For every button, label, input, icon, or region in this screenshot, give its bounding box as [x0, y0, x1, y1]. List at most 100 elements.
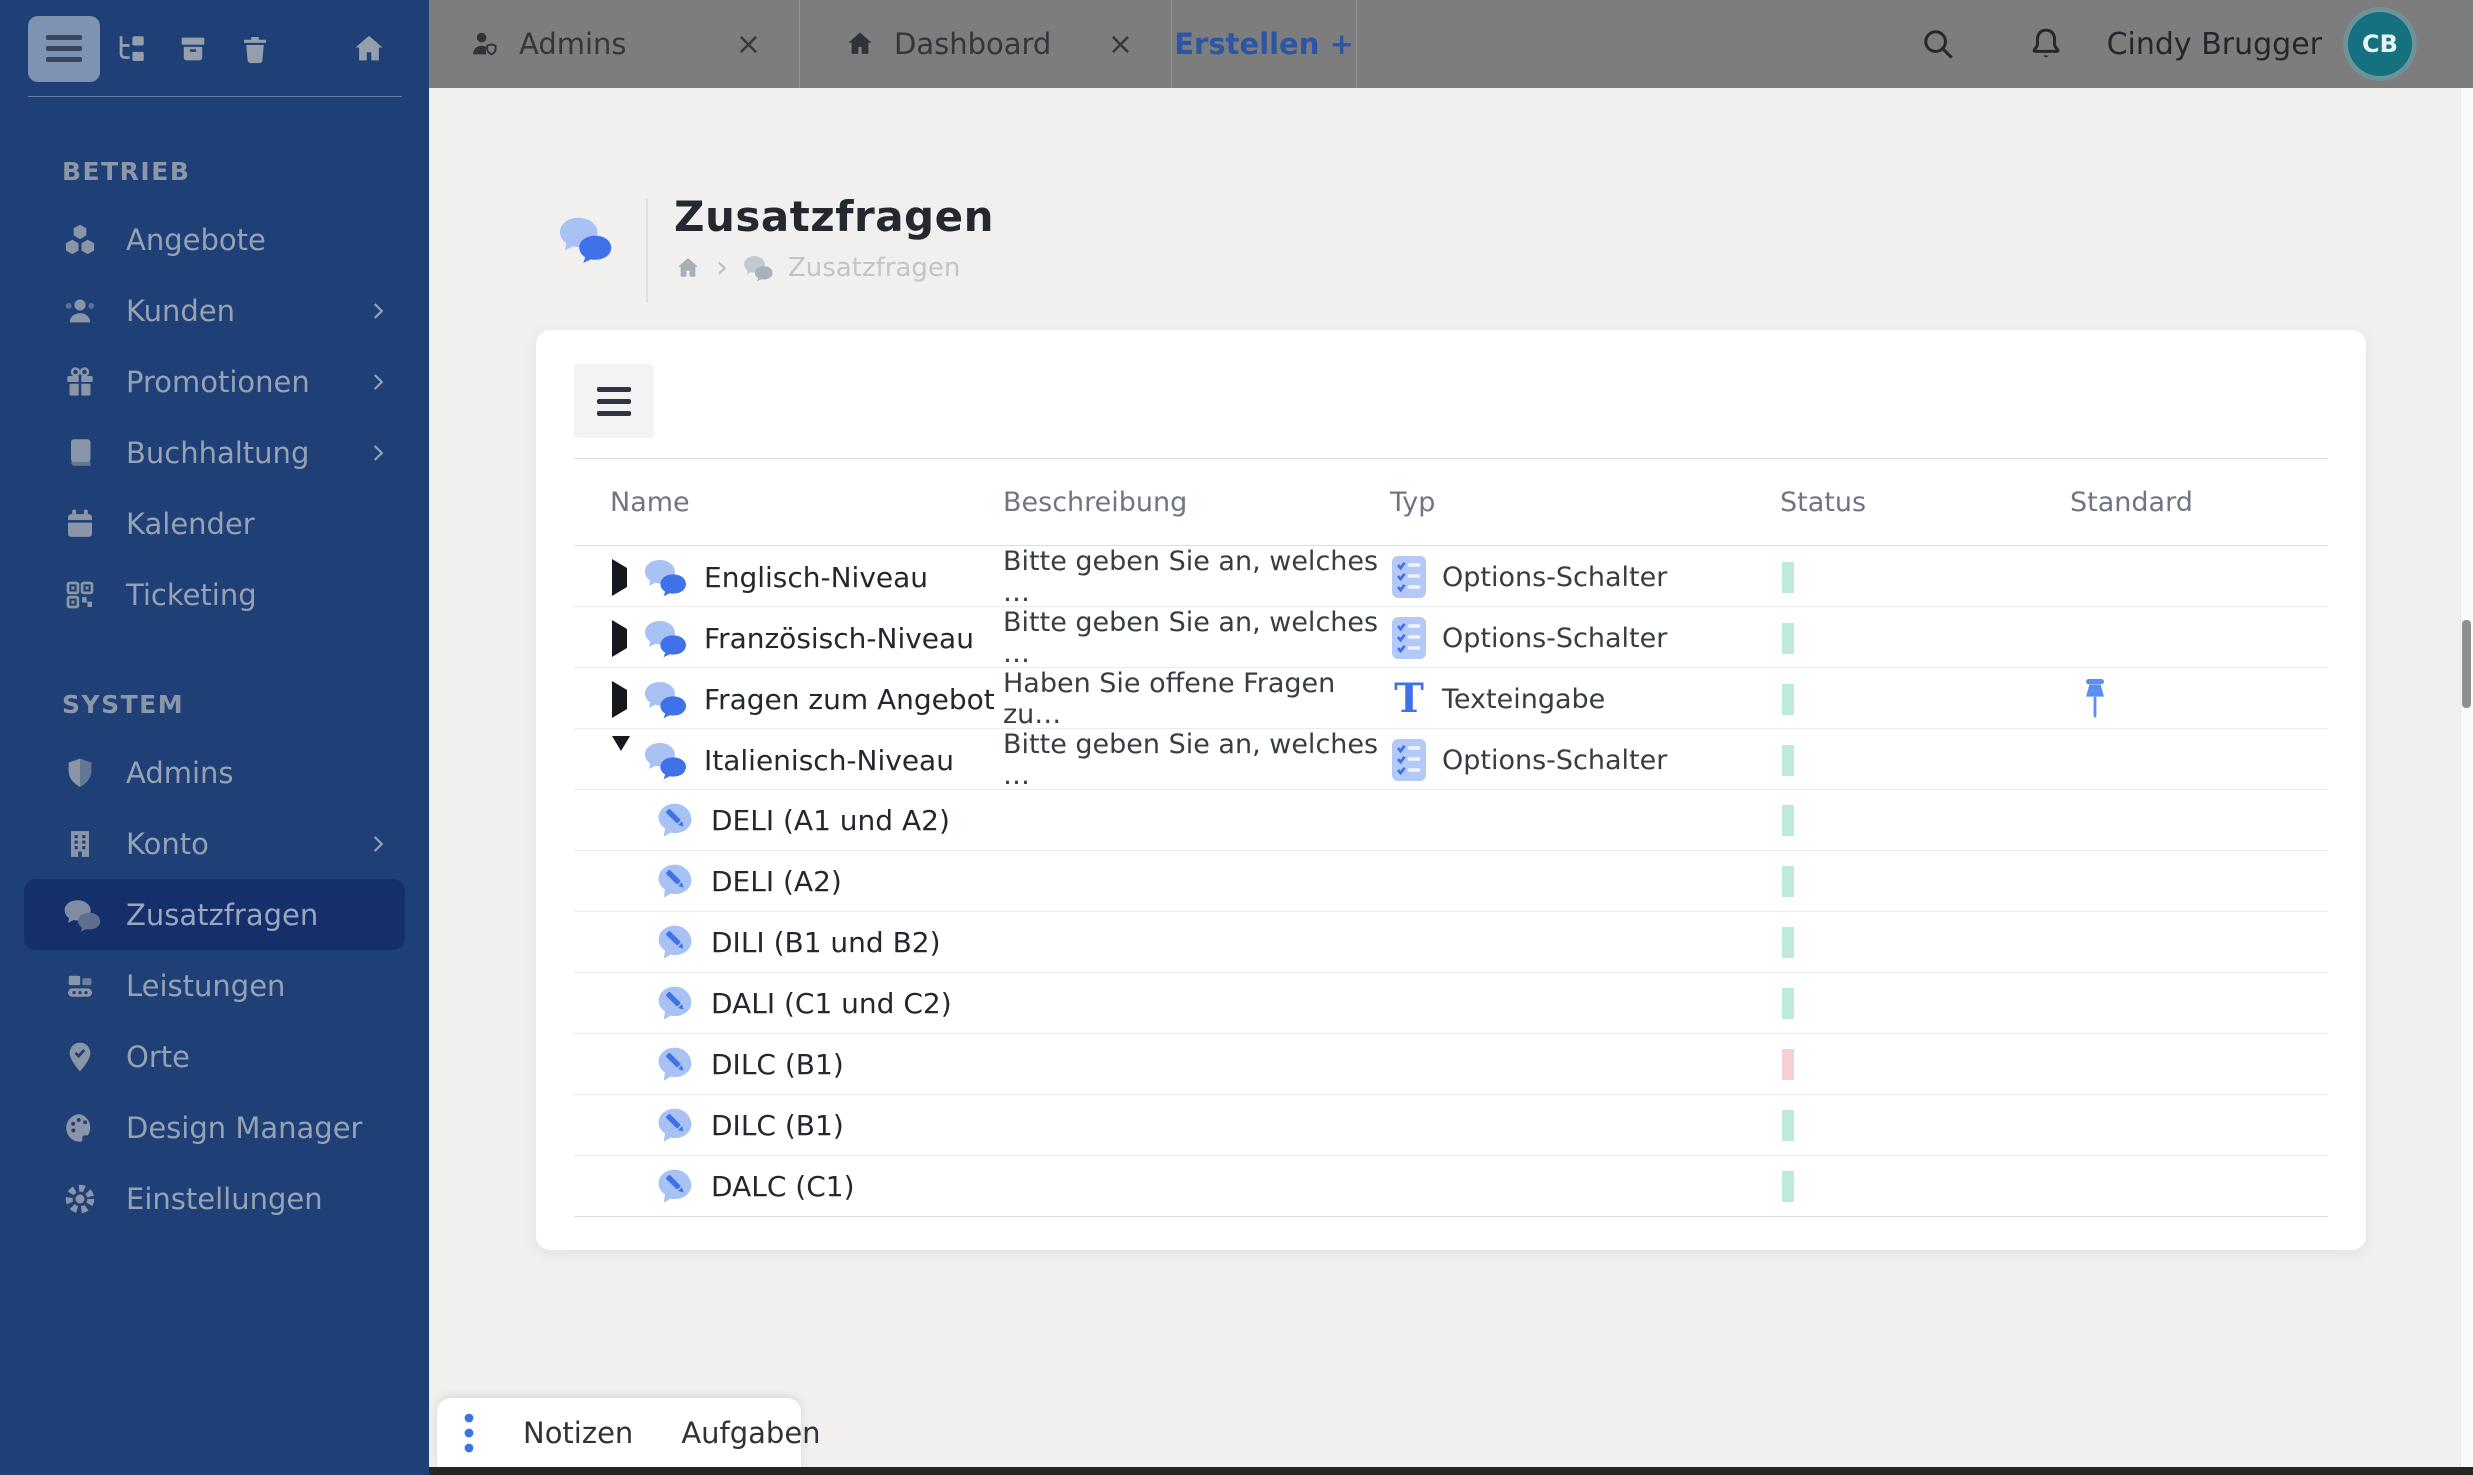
shield-icon	[62, 755, 98, 791]
tab-label: Erstellen +	[1174, 27, 1354, 61]
pencil-bubble-icon	[655, 1105, 695, 1145]
row-type: Options-Schalter	[1442, 744, 1668, 776]
table-row[interactable]: DELI (A2)	[574, 851, 2328, 912]
avatar[interactable]: CB	[2348, 12, 2412, 76]
row-name: DILC (B1)	[711, 1108, 844, 1142]
row-type: Texteingabe	[1442, 683, 1606, 715]
aufgaben-button[interactable]: Aufgaben	[681, 1416, 820, 1450]
column-header-name: Name	[610, 486, 690, 518]
row-name: Französisch-Niveau	[704, 621, 974, 655]
breadcrumb-current: Zusatzfragen	[788, 253, 961, 283]
close-icon[interactable]: ×	[1108, 27, 1133, 62]
sidebar-item-angebote[interactable]: Angebote	[24, 204, 405, 275]
table-row[interactable]: DILC (B1)	[574, 1034, 2328, 1095]
close-icon[interactable]: ×	[736, 27, 761, 62]
caret-right-icon[interactable]	[612, 619, 632, 657]
caret-right-icon[interactable]	[612, 680, 632, 718]
chevron-right-icon	[365, 831, 391, 857]
sidebar-item-label: Kunden	[126, 293, 235, 328]
sidebar-section-betrieb: BETRIEB Angebote Kunden Promotionen Buch…	[0, 157, 429, 630]
notizen-button[interactable]: Notizen	[523, 1416, 633, 1450]
user-name: Cindy Brugger	[2106, 26, 2322, 62]
sidebar-item-einstellungen[interactable]: Einstellungen	[24, 1163, 405, 1234]
bell-icon[interactable]	[2027, 25, 2065, 63]
row-description: Bitte geben Sie an, welches …	[1003, 607, 1379, 669]
chat-bubbles-icon	[642, 679, 688, 719]
row-name: DILI (B1 und B2)	[711, 925, 941, 959]
table-row[interactable]: DELI (A1 und A2)	[574, 790, 2328, 851]
options-list-icon	[1390, 615, 1428, 661]
vertical-dots-icon[interactable]	[463, 1410, 475, 1456]
tab-erstellen[interactable]: Erstellen +	[1172, 0, 1357, 88]
sidebar-toolbar	[0, 0, 429, 97]
caret-down-icon[interactable]	[612, 735, 632, 770]
sidebar-item-ticketing[interactable]: Ticketing	[24, 559, 405, 630]
window-bottom-edge	[429, 1467, 2473, 1475]
row-description: Bitte geben Sie an, welches …	[1003, 546, 1379, 608]
tab-label: Admins	[519, 27, 627, 61]
sidebar-item-design-manager[interactable]: Design Manager	[24, 1092, 405, 1163]
table-row[interactable]: Englisch-Niveau Bitte geben Sie an, welc…	[574, 546, 2328, 608]
row-name: Fragen zum Angebot	[704, 682, 995, 716]
sidebar-item-admins[interactable]: Admins	[24, 737, 405, 808]
table-row[interactable]: Fragen zum Angebot Haben Sie offene Frag…	[574, 668, 2328, 730]
scrollbar-thumb[interactable]	[2462, 620, 2471, 708]
table-row[interactable]: DILI (B1 und B2)	[574, 912, 2328, 973]
sidebar-item-zusatzfragen[interactable]: Zusatzfragen	[24, 879, 405, 950]
sidebar-item-orte[interactable]: Orte	[24, 1021, 405, 1092]
sidebar-item-kunden[interactable]: Kunden	[24, 275, 405, 346]
text-input-icon: T	[1394, 675, 1424, 722]
book-icon	[62, 435, 98, 471]
tab-admins[interactable]: Admins ×	[429, 0, 800, 88]
chat-bubbles-icon	[556, 214, 614, 302]
table-row[interactable]: DALC (C1)	[574, 1156, 2328, 1217]
archive-icon[interactable]	[162, 32, 224, 66]
sidebar-item-label: Buchhaltung	[126, 435, 310, 470]
chat-bubbles-icon	[642, 618, 688, 658]
sidebar-item-label: Kalender	[126, 506, 255, 541]
column-header-standard: Standard	[2070, 486, 2193, 518]
chat-bubbles-icon	[642, 557, 688, 597]
pencil-bubble-icon	[655, 983, 695, 1023]
table-row[interactable]: Italienisch-Niveau Bitte geben Sie an, w…	[574, 729, 2328, 791]
table-row[interactable]: DALI (C1 und C2)	[574, 973, 2328, 1034]
row-description: Haben Sie offene Fragen zu…	[1003, 668, 1336, 730]
home-icon[interactable]	[674, 254, 702, 282]
tree-icon[interactable]	[100, 32, 162, 66]
sidebar: BETRIEB Angebote Kunden Promotionen Buch…	[0, 0, 429, 1475]
tab-dashboard[interactable]: Dashboard ×	[800, 0, 1172, 88]
sidebar-item-promotionen[interactable]: Promotionen	[24, 346, 405, 417]
search-icon[interactable]	[1919, 25, 1957, 63]
qr-code-icon	[62, 577, 98, 613]
pencil-bubble-icon	[655, 800, 695, 840]
section-label: SYSTEM	[62, 690, 185, 719]
sidebar-item-buchhaltung[interactable]: Buchhaltung	[24, 417, 405, 488]
table-row[interactable]: DILC (B1)	[574, 1095, 2328, 1156]
table-header: Name Beschreibung Typ Status Standard	[574, 458, 2328, 546]
row-name: DELI (A2)	[711, 864, 842, 898]
column-header-typ: Typ	[1390, 486, 1436, 518]
column-header-beschreibung: Beschreibung	[1003, 486, 1188, 518]
sidebar-item-kalender[interactable]: Kalender	[24, 488, 405, 559]
caret-right-icon[interactable]	[612, 558, 632, 596]
pencil-bubble-icon	[655, 1166, 695, 1206]
scrollbar-track[interactable]	[2460, 88, 2473, 1467]
menu-icon[interactable]	[28, 15, 100, 82]
chevron-right-icon	[365, 298, 391, 324]
topbar: Admins × Dashboard × Erstellen + Cindy B…	[429, 0, 2473, 88]
gift-icon	[62, 364, 98, 400]
page-header: Zusatzfragen › Zusatzfragen	[556, 192, 994, 302]
sidebar-item-konto[interactable]: Konto	[24, 808, 405, 879]
table-menu-icon[interactable]	[574, 364, 654, 438]
page-title: Zusatzfragen	[674, 192, 994, 241]
row-type: Options-Schalter	[1442, 622, 1668, 654]
trash-icon[interactable]	[224, 32, 286, 66]
services-icon	[62, 968, 98, 1004]
home-icon[interactable]	[338, 31, 400, 67]
chevron-right-icon	[365, 369, 391, 395]
sidebar-item-leistungen[interactable]: Leistungen	[24, 950, 405, 1021]
sidebar-item-label: Leistungen	[126, 968, 286, 1003]
tab-label: Dashboard	[894, 27, 1052, 61]
table-row[interactable]: Französisch-Niveau Bitte geben Sie an, w…	[574, 607, 2328, 669]
topbar-right: Cindy Brugger CB	[1919, 0, 2412, 88]
